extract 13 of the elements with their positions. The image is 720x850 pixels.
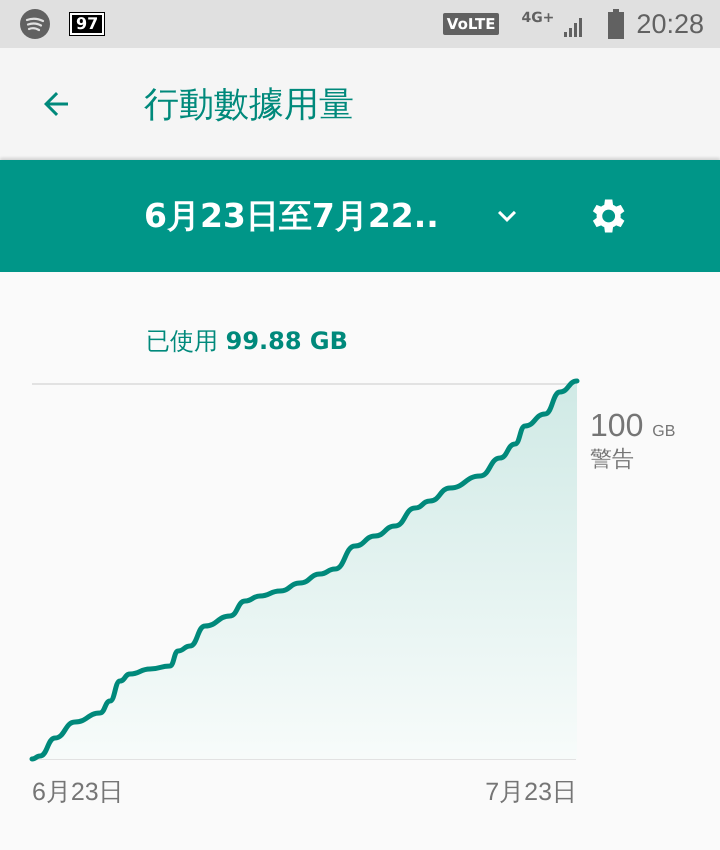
music-app-icon: [20, 9, 50, 39]
battery-icon: [608, 9, 624, 39]
limit-value: 100 GB: [590, 407, 676, 444]
billing-period-dropdown[interactable]: 6月23日至7月22..: [144, 194, 525, 238]
volte-badge: VoLTE: [442, 13, 500, 35]
warning-label: 警告: [590, 446, 635, 474]
clock: 20:28: [636, 8, 704, 40]
usage-summary: 已使用 99.88 GB: [146, 326, 349, 356]
screen-title: 行動數據用量: [144, 84, 354, 126]
start-date: 6月23日: [32, 777, 124, 808]
end-date: 7月23日: [485, 777, 577, 808]
battery-notification: 97: [70, 13, 104, 35]
network-type: 4G+: [521, 10, 554, 26]
